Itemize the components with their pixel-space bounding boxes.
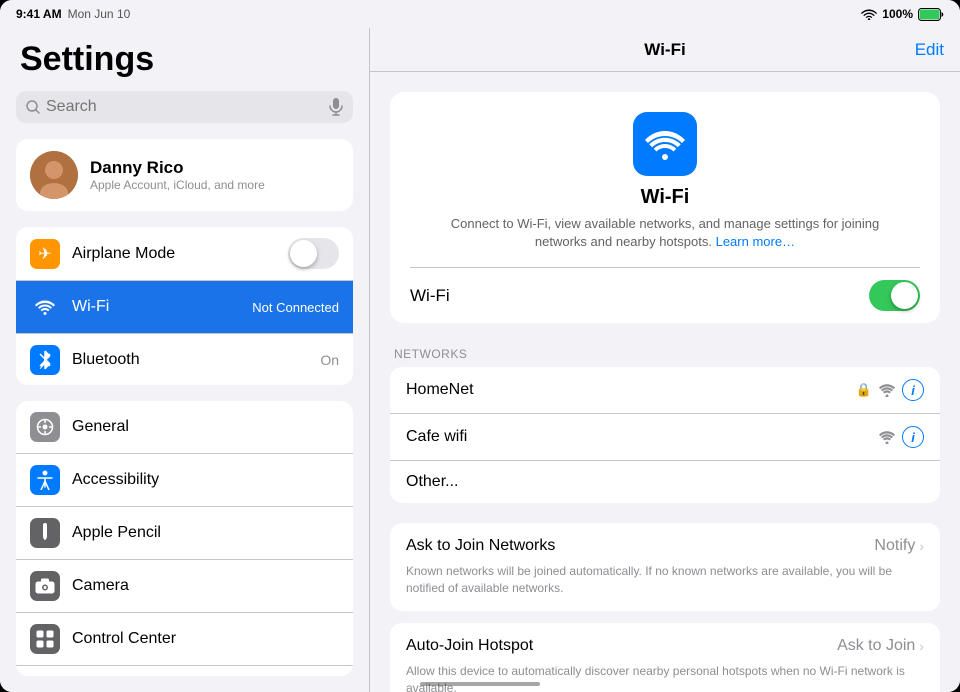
auto-join-row: Auto-Join Hotspot Ask to Join › [406, 637, 924, 655]
right-content: Wi-Fi Connect to Wi-Fi, view available n… [370, 72, 960, 692]
accessibility-icon [30, 465, 60, 495]
wifi-status-icon [861, 8, 877, 20]
sidebar-title: Settings [0, 40, 369, 91]
control-center-icon [30, 624, 60, 654]
ask-to-join-card[interactable]: Ask to Join Networks Notify › Known netw… [390, 523, 940, 611]
wifi-toggle-label: Wi-Fi [410, 286, 450, 306]
ask-to-join-desc: Known networks will be joined automatica… [406, 563, 924, 597]
bluetooth-status: On [320, 352, 339, 368]
bluetooth-icon [30, 345, 60, 375]
airplane-toggle[interactable] [288, 238, 339, 269]
status-left: 9:41 AM Mon Jun 10 [16, 7, 130, 21]
auto-join-chevron: › [919, 638, 924, 654]
wifi-hero-top: Wi-Fi Connect to Wi-Fi, view available n… [410, 112, 920, 267]
control-center-label: Control Center [72, 630, 339, 648]
learn-more-link[interactable]: Learn more… [716, 234, 795, 249]
avatar [30, 151, 78, 199]
right-header: Wi-Fi Edit [370, 28, 960, 72]
sidebar-item-control-center[interactable]: Control Center [16, 613, 353, 666]
battery-icon [918, 8, 944, 21]
wifi-hero-description: Connect to Wi-Fi, view available network… [445, 215, 885, 251]
wifi-label: Wi-Fi [72, 298, 240, 316]
ask-to-join-chevron: › [919, 538, 924, 554]
apple-pencil-label: Apple Pencil [72, 524, 339, 542]
battery-percent: 100% [882, 7, 913, 21]
general-label: General [72, 418, 339, 436]
networks-card: HomeNet 🔒 i [390, 367, 940, 503]
auto-join-title: Auto-Join Hotspot [406, 637, 533, 655]
network-homenet-name: HomeNet [406, 381, 846, 399]
ipad-screen: 9:41 AM Mon Jun 10 100% Settings [0, 0, 960, 692]
ask-to-join-title: Ask to Join Networks [406, 537, 555, 555]
mic-icon [329, 98, 343, 116]
search-bar[interactable] [16, 91, 353, 123]
sidebar-item-bluetooth[interactable]: Bluetooth On [16, 334, 353, 385]
profile-row[interactable]: Danny Rico Apple Account, iCloud, and mo… [16, 139, 353, 211]
sidebar-item-wifi[interactable]: Wi-Fi Not Connected [16, 281, 353, 334]
networks-section-label: NETWORKS [390, 347, 940, 361]
home-indicator [420, 682, 540, 686]
wifi-main-toggle[interactable] [869, 280, 920, 311]
status-date: Mon Jun 10 [68, 7, 131, 21]
ask-to-join-value[interactable]: Notify › [874, 537, 924, 555]
auto-join-value[interactable]: Ask to Join › [837, 637, 924, 655]
network-homenet[interactable]: HomeNet 🔒 i [390, 367, 940, 414]
sidebar-item-accessibility[interactable]: Accessibility [16, 454, 353, 507]
search-input[interactable] [46, 98, 323, 116]
camera-label: Camera [72, 577, 339, 595]
homenet-icons: 🔒 i [856, 379, 924, 401]
ask-to-join-row: Ask to Join Networks Notify › [406, 537, 924, 555]
network-cafe-wifi[interactable]: Cafe wifi i [390, 414, 940, 461]
cafe-info-button[interactable]: i [902, 426, 924, 448]
profile-subtitle: Apple Account, iCloud, and more [90, 178, 265, 192]
right-panel-title: Wi-Fi [644, 40, 685, 60]
sidebar-item-general[interactable]: General [16, 401, 353, 454]
accessibility-label: Accessibility [72, 471, 339, 489]
cafe-icons: i [878, 426, 924, 448]
edit-button[interactable]: Edit [915, 40, 944, 60]
profile-name: Danny Rico [90, 158, 265, 178]
network-other-name: Other... [406, 473, 924, 491]
airplane-label: Airplane Mode [72, 245, 276, 263]
profile-info: Danny Rico Apple Account, iCloud, and mo… [90, 158, 265, 192]
airplane-icon: ✈ [30, 239, 60, 269]
wifi-signal-icon [878, 383, 896, 397]
sidebar-item-camera[interactable]: Camera [16, 560, 353, 613]
wifi-hero-title: Wi-Fi [641, 186, 690, 209]
lock-icon: 🔒 [856, 382, 872, 398]
main-layout: Settings [0, 28, 960, 692]
wifi-hero-icon [633, 112, 697, 176]
wifi-status: Not Connected [252, 300, 339, 315]
search-icon [26, 100, 40, 114]
settings-group-connectivity: ✈ Airplane Mode Wi-Fi No [16, 227, 353, 385]
apple-pencil-icon [30, 518, 60, 548]
wifi-toggle-row: Wi-Fi [410, 267, 920, 323]
status-right: 100% [861, 7, 944, 21]
camera-icon [30, 571, 60, 601]
network-other[interactable]: Other... [390, 461, 940, 503]
settings-group-apps: General Accessibility [16, 401, 353, 676]
sidebar-item-airplane-mode[interactable]: ✈ Airplane Mode [16, 227, 353, 281]
general-icon [30, 412, 60, 442]
wifi-hero-card: Wi-Fi Connect to Wi-Fi, view available n… [390, 92, 940, 323]
sidebar-item-display-brightness[interactable]: Display & Brightness [16, 666, 353, 676]
wifi-signal-cafe-icon [878, 430, 896, 444]
auto-join-desc: Allow this device to automatically disco… [406, 663, 924, 692]
status-bar: 9:41 AM Mon Jun 10 100% [0, 0, 960, 28]
bluetooth-label: Bluetooth [72, 351, 308, 369]
status-time: 9:41 AM [16, 7, 62, 21]
sidebar: Settings [0, 28, 370, 692]
homenet-info-button[interactable]: i [902, 379, 924, 401]
sidebar-item-apple-pencil[interactable]: Apple Pencil [16, 507, 353, 560]
right-panel: Wi-Fi Edit W [370, 28, 960, 692]
network-cafe-name: Cafe wifi [406, 428, 868, 446]
wifi-icon [30, 292, 60, 322]
